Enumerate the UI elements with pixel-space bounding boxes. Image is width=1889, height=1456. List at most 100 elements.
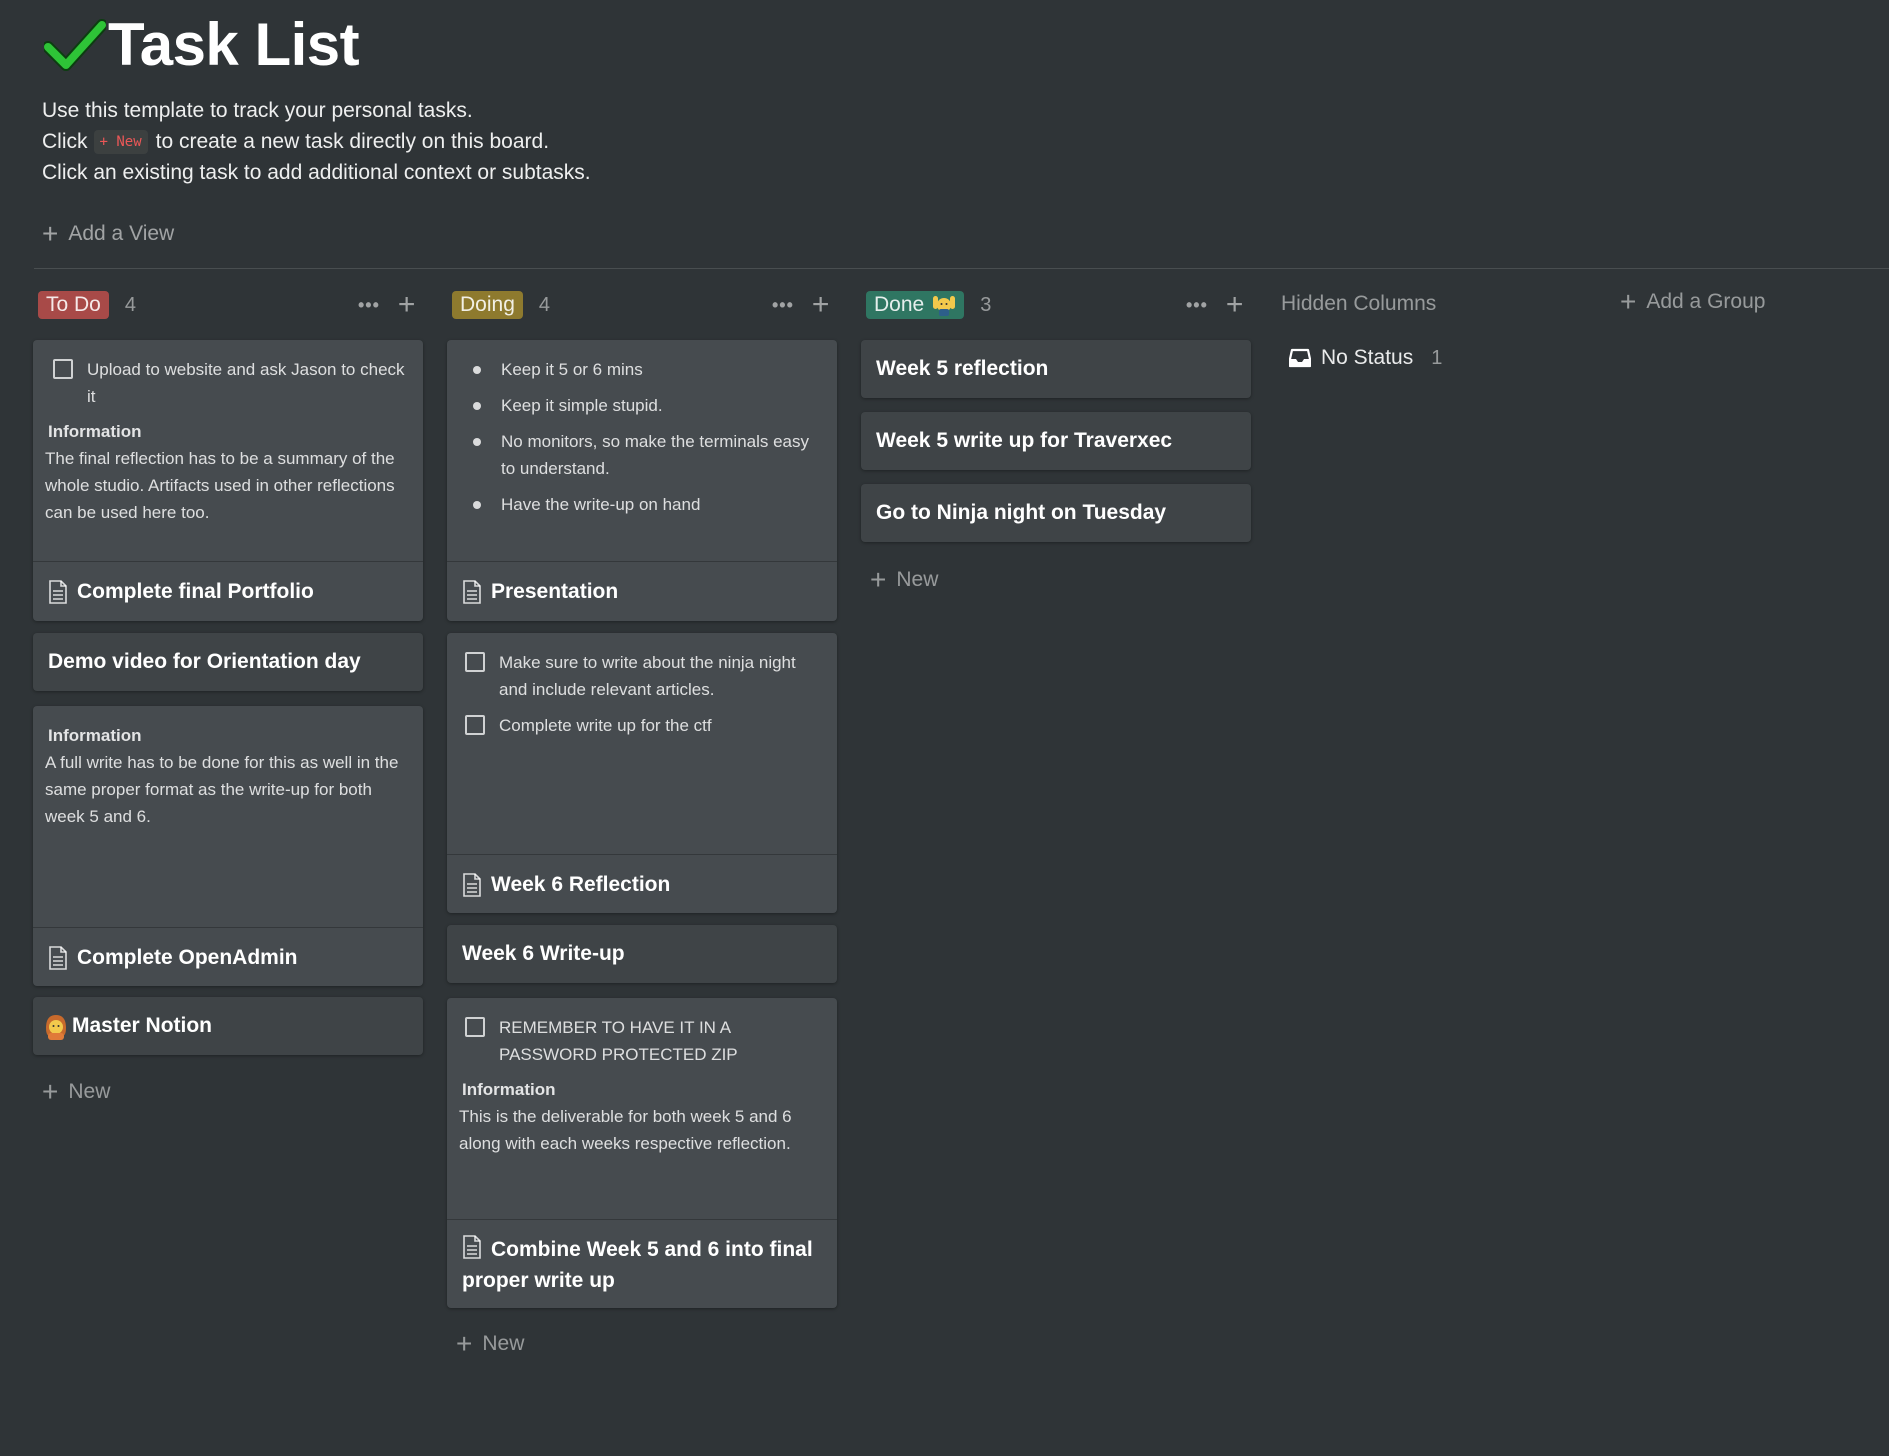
card-title-row: Combine Week 5 and 6 into final proper w… [447, 1220, 837, 1308]
page-title-row: Task List [44, 10, 360, 79]
info-text: This is the deliverable for both week 5 … [459, 1107, 792, 1153]
description-line-1: Use this template to track your personal… [42, 99, 473, 122]
card-title: Week 5 reflection [876, 357, 1049, 380]
bullet-icon [473, 366, 481, 374]
no-status-label: No Status [1321, 346, 1414, 369]
info-text: The final reflection has to be a summary… [45, 449, 395, 522]
page-title: Task List [108, 11, 360, 78]
todo-text: REMEMBER TO HAVE IT IN A PASSWORD PROTEC… [499, 1018, 738, 1064]
todo-item: Make sure to write about the ninja night… [465, 649, 825, 703]
card-title: Go to Ninja night on Tuesday [876, 501, 1167, 524]
bullet-text: Keep it simple stupid. [501, 396, 663, 415]
add-group-button[interactable]: + Add a Group [1620, 286, 1765, 317]
todo-item: Upload to website and ask Jason to check… [53, 356, 408, 410]
add-card-icon[interactable]: + [398, 290, 416, 320]
raised-hands-emoji-icon [932, 293, 956, 317]
new-card-button[interactable]: + New [870, 566, 939, 594]
plus-icon: + [42, 1076, 59, 1107]
card-title: Week 6 Write-up [462, 942, 625, 965]
page-icon [463, 873, 481, 897]
status-label: Done [874, 293, 925, 316]
page-icon [463, 580, 481, 604]
checkbox[interactable] [465, 715, 485, 735]
hidden-column-no-status[interactable]: No Status 1 [1289, 346, 1442, 370]
task-card[interactable]: Week 5 write up for Traverxec [861, 412, 1251, 470]
plus-icon: + [456, 1328, 473, 1359]
info-heading: Information [48, 422, 142, 441]
card-title-row: Presentation [447, 562, 837, 621]
bullet-icon [473, 438, 481, 446]
info-text: A full write has to be done for this as … [45, 753, 399, 826]
bullet-item: Keep it 5 or 6 mins [473, 356, 823, 383]
status-badge-todo[interactable]: To Do [38, 291, 109, 319]
add-view-button[interactable]: + Add a View [42, 218, 174, 249]
description-line-2: Click + New to create a new task directl… [42, 126, 591, 157]
column-actions-todo: ••• + [358, 290, 415, 320]
new-card-button[interactable]: + New [42, 1076, 111, 1107]
new-card-button[interactable]: + New [456, 1328, 524, 1359]
card-title: Combine Week 5 and 6 into final proper w… [462, 1238, 813, 1292]
description-text: Click [42, 130, 88, 153]
column-header-done: Done 3 [866, 290, 991, 320]
card-preview: Upload to website and ask Jason to check… [33, 340, 423, 562]
plus-icon: + [42, 218, 59, 249]
bullet-item: Have the write-up on hand [473, 491, 823, 518]
description-text: to create a new task directly on this bo… [155, 130, 550, 153]
task-card[interactable]: Upload to website and ask Jason to check… [33, 340, 423, 621]
task-card[interactable]: Make sure to write about the ninja night… [447, 633, 837, 913]
column-count: 1 [1431, 346, 1443, 369]
task-card[interactable]: REMEMBER TO HAVE IT IN A PASSWORD PROTEC… [447, 998, 837, 1308]
task-card[interactable]: Information A full write has to be done … [33, 706, 423, 986]
todo-text: Upload to website and ask Jason to check… [87, 360, 405, 406]
card-title: Week 5 write up for Traverxec [876, 429, 1173, 452]
person-emoji-icon [46, 1015, 66, 1040]
column-count: 4 [124, 293, 136, 316]
card-title-row: Complete final Portfolio [33, 562, 423, 621]
green-check-icon [44, 18, 106, 71]
card-title: Presentation [491, 580, 619, 603]
card-title: Complete final Portfolio [77, 580, 314, 603]
column-count: 3 [980, 293, 992, 316]
plus-icon: + [1620, 286, 1637, 317]
column-actions-doing: ••• + [772, 290, 829, 320]
add-card-icon[interactable]: + [812, 290, 830, 320]
card-preview: Keep it 5 or 6 mins Keep it simple stupi… [447, 340, 837, 562]
task-card[interactable]: Demo video for Orientation day [33, 633, 423, 691]
bullet-icon [473, 402, 481, 410]
status-badge-done[interactable]: Done [866, 291, 965, 319]
new-label: New [896, 568, 939, 591]
inline-code: + New [93, 129, 148, 154]
more-options-icon[interactable]: ••• [1186, 295, 1208, 316]
board-page: Task List Use this template to track you… [0, 0, 1889, 1456]
page-description: Use this template to track your personal… [42, 95, 591, 188]
bullet-item: No monitors, so make the terminals easy … [473, 428, 823, 482]
card-preview: REMEMBER TO HAVE IT IN A PASSWORD PROTEC… [447, 998, 837, 1220]
column-header-doing: Doing 4 [452, 290, 550, 320]
more-options-icon[interactable]: ••• [358, 295, 380, 316]
divider [34, 268, 1889, 269]
more-options-icon[interactable]: ••• [772, 295, 794, 316]
task-card[interactable]: Week 5 reflection [861, 340, 1251, 398]
info-heading: Information [48, 726, 142, 745]
task-card[interactable]: Week 6 Write-up [447, 925, 837, 983]
card-preview: Information A full write has to be done … [33, 706, 423, 928]
todo-item: REMEMBER TO HAVE IT IN A PASSWORD PROTEC… [465, 1014, 795, 1068]
inbox-icon [1289, 348, 1311, 368]
column-actions-done: ••• + [1186, 290, 1243, 320]
new-label: New [68, 1080, 111, 1103]
todo-text: Make sure to write about the ninja night… [499, 653, 796, 699]
column-count: 4 [538, 293, 550, 316]
checkbox[interactable] [53, 359, 73, 379]
status-badge-doing[interactable]: Doing [452, 291, 523, 319]
task-card[interactable]: Go to Ninja night on Tuesday [861, 484, 1251, 542]
add-card-icon[interactable]: + [1226, 290, 1244, 320]
card-title: Master Notion [72, 1014, 213, 1037]
checkbox[interactable] [465, 1017, 485, 1037]
column-header-todo: To Do 4 [38, 290, 136, 320]
checkbox[interactable] [465, 652, 485, 672]
card-title: Complete OpenAdmin [77, 946, 298, 969]
task-card[interactable]: Keep it 5 or 6 mins Keep it simple stupi… [447, 340, 837, 621]
task-card[interactable]: Master Notion [33, 997, 423, 1055]
page-icon [49, 946, 67, 970]
bullet-icon [473, 501, 481, 509]
